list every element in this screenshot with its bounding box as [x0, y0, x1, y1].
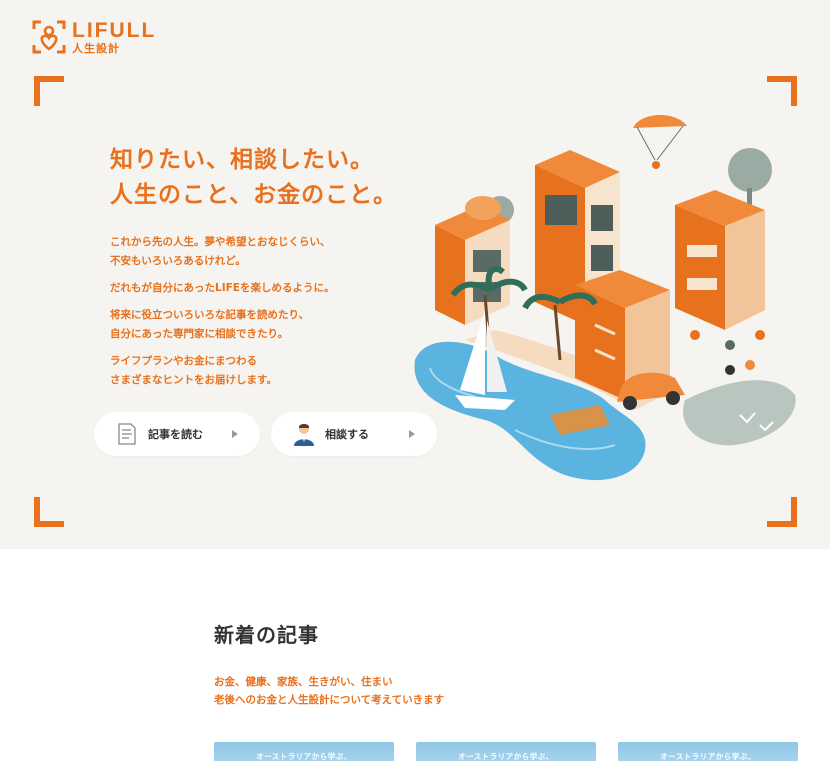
- logo-subtitle: 人生設計: [72, 42, 120, 55]
- read-articles-label: 記事を読む: [148, 428, 203, 441]
- logo-wordmark: LIFULL: [72, 19, 157, 42]
- life-city-illustration: [405, 110, 800, 490]
- read-articles-button[interactable]: 記事を読む: [94, 412, 260, 456]
- desc-paragraph: 将来に役立ついろいろな記事を読めたり、 自分にあった専門家に相談できたり。: [110, 309, 310, 340]
- play-arrow-icon: [232, 430, 238, 438]
- hero-description: これから先の人生。夢や希望とおなじくらい、 不安もいろいろあるけれど。 だれもが自…: [110, 233, 334, 398]
- article-card[interactable]: オーストラリアから学ぶ、: [416, 742, 596, 761]
- article-card-title: オーストラリアから学ぶ、: [458, 752, 554, 761]
- desc-paragraph: これから先の人生。夢や希望とおなじくらい、 不安もいろいろあるけれど。: [110, 236, 331, 267]
- hero-section: LIFULL 人生設計 知りたい、相談したい。 人生のこと、お金のこと。 これか…: [0, 0, 830, 549]
- news-section-subtitle: お金、健康、家族、生きがい、住まい 老後へのお金と人生設計について考えていきます: [214, 673, 444, 709]
- desc-paragraph: ライフプランやお金にまつわる さまざまなヒントをお届けします。: [110, 355, 277, 386]
- frame-corner-bottom-right: [767, 497, 797, 527]
- advisor-person-icon: [291, 421, 317, 447]
- frame-corner-bottom-left: [34, 497, 64, 527]
- article-card-title: オーストラリアから学ぶ、: [256, 752, 352, 761]
- article-card[interactable]: オーストラリアから学ぶ、: [214, 742, 394, 761]
- frame-corner-top-right: [767, 76, 797, 106]
- article-card[interactable]: オーストラリアから学ぶ、: [618, 742, 798, 761]
- lifull-logo-icon: [32, 20, 66, 54]
- frame-corner-top-left: [34, 76, 64, 106]
- article-card-title: オーストラリアから学ぶ、: [660, 752, 756, 761]
- consult-label: 相談する: [325, 428, 369, 441]
- headline-line-2: 人生のこと、お金のこと。: [110, 182, 398, 208]
- document-icon: [114, 421, 140, 447]
- hero-headline: 知りたい、相談したい。 人生のこと、お金のこと。: [110, 143, 397, 213]
- site-logo[interactable]: LIFULL 人生設計: [32, 20, 156, 55]
- news-section-title: 新着の記事: [214, 623, 319, 647]
- news-subtitle-line: 老後へのお金と人生設計について考えていきます: [214, 694, 445, 706]
- headline-line-1: 知りたい、相談したい。: [110, 147, 374, 173]
- desc-paragraph: だれもが自分にあったLIFEを楽しめるように。: [110, 282, 335, 294]
- news-subtitle-line: お金、健康、家族、生きがい、住まい: [214, 676, 393, 688]
